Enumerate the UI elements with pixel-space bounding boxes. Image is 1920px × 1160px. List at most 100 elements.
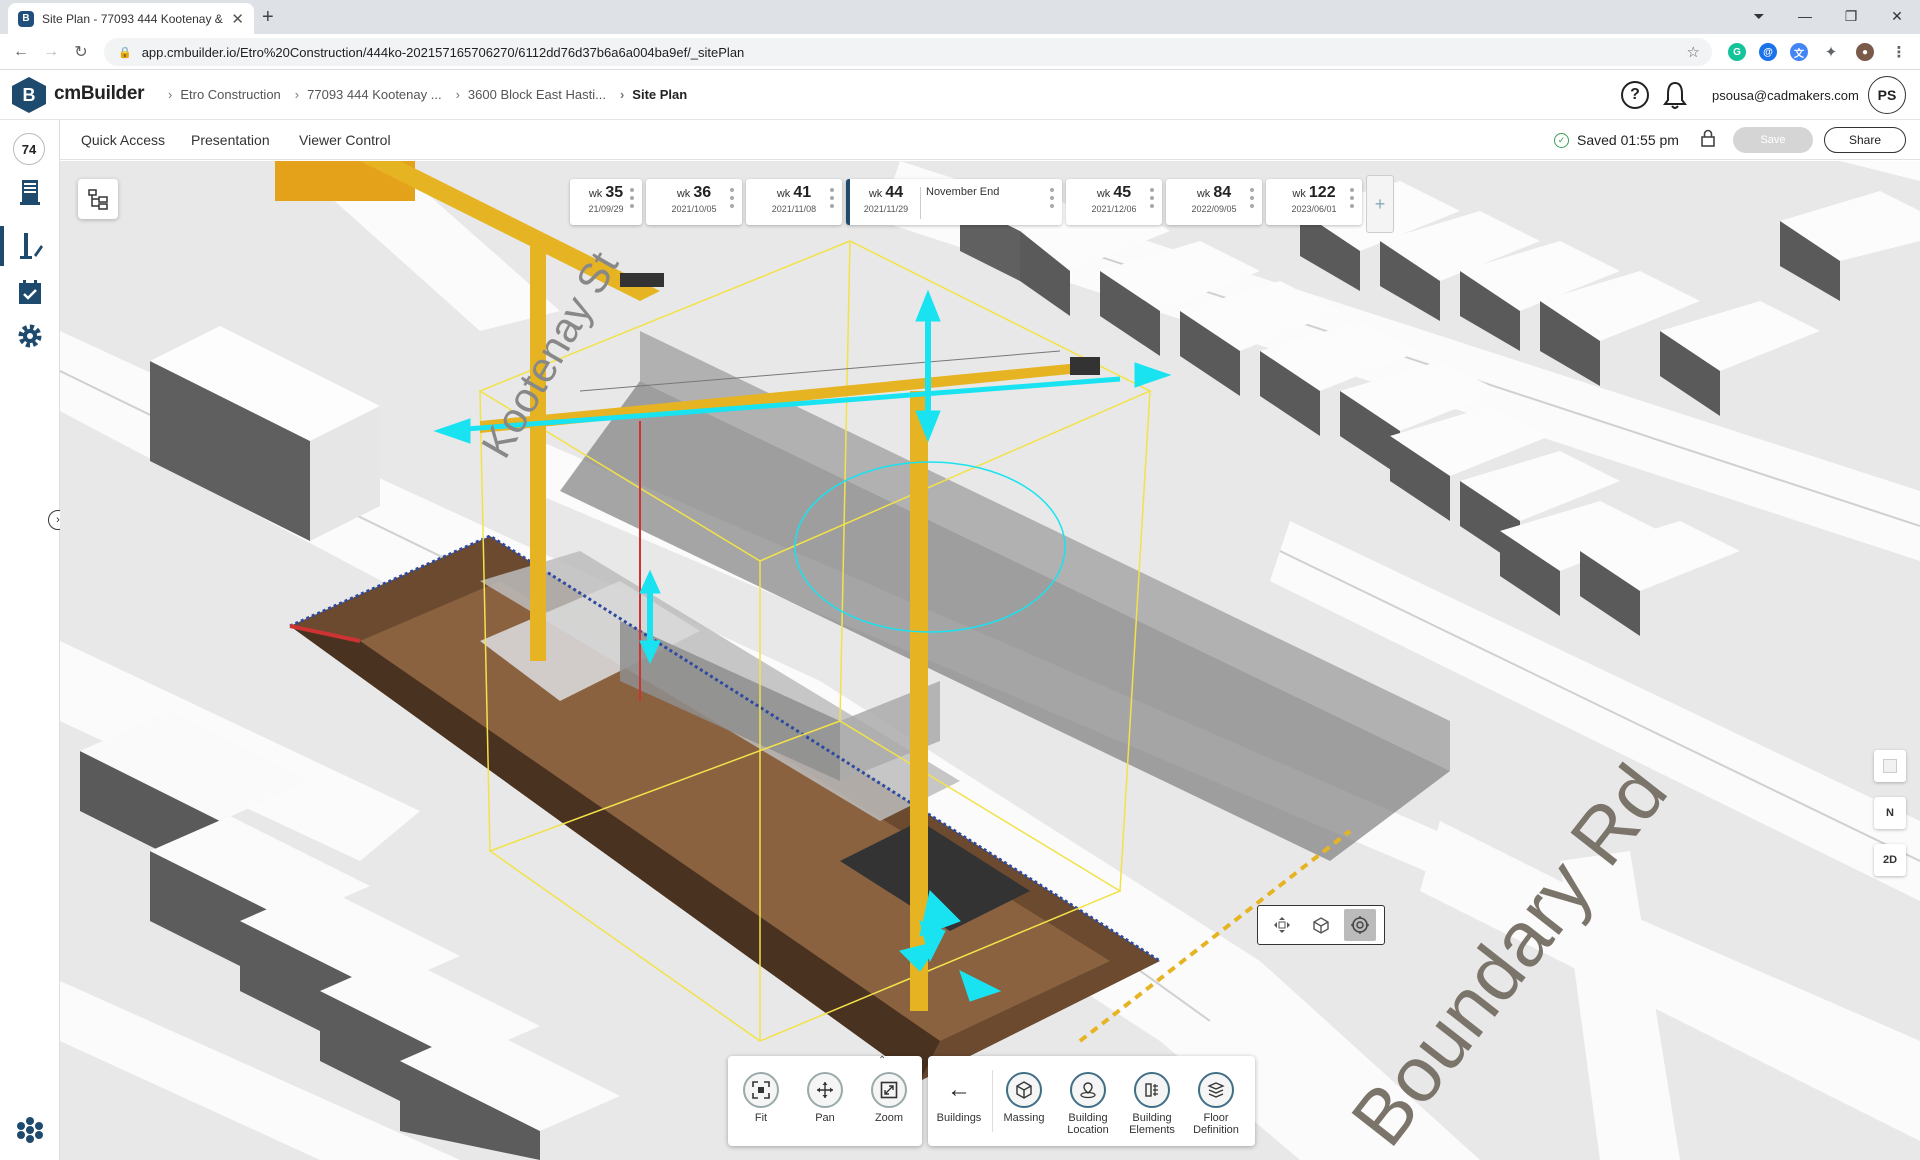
week-options-icon[interactable]	[1050, 188, 1054, 212]
floor-definition-button[interactable]: Floor Definition	[1187, 1072, 1245, 1136]
floor-stack-icon	[1198, 1072, 1234, 1108]
bell-icon[interactable]	[1662, 80, 1688, 110]
profile-dropdown-icon[interactable]: ⏷	[1736, 8, 1782, 25]
timeline-week-card[interactable]: wk 122 2023/06/01	[1266, 179, 1362, 225]
gear-icon	[18, 324, 42, 348]
week-options-icon[interactable]	[630, 188, 634, 212]
avatar[interactable]: PS	[1868, 76, 1906, 114]
close-window-icon[interactable]: ✕	[1874, 8, 1920, 25]
compass-north-icon[interactable]: N	[1874, 797, 1906, 829]
chevron-up-icon[interactable]: ⌃	[878, 1055, 886, 1066]
fit-icon	[743, 1072, 779, 1108]
extension-icon[interactable]: @	[1759, 43, 1777, 61]
week-options-icon[interactable]	[1150, 188, 1154, 212]
rotate-gizmo-icon[interactable]	[1344, 909, 1377, 941]
crane-pen-icon	[20, 233, 43, 259]
week-options-icon[interactable]	[730, 188, 734, 212]
calendar-check-icon	[19, 280, 41, 304]
zoom-icon	[871, 1072, 907, 1108]
breadcrumb-item[interactable]: › Etro Construction	[168, 87, 281, 102]
building-elements-icon	[1134, 1072, 1170, 1108]
site-model-scene: Kootenay St Boundary Rd	[60, 161, 1920, 1160]
breadcrumb-item[interactable]: › 3600 Block East Hasti...	[456, 87, 606, 102]
lock-icon[interactable]	[1698, 129, 1718, 151]
reload-icon[interactable]: ↻	[66, 42, 96, 62]
save-status: ✓ Saved 01:55 pm	[1554, 132, 1679, 148]
pan-button[interactable]: Pan	[796, 1072, 854, 1124]
building-tools-panel: ← Buildings Massing Building Location Bu…	[928, 1056, 1255, 1146]
document-stack-icon	[20, 180, 40, 205]
move-gizmo-icon[interactable]	[1266, 909, 1298, 941]
timeline-week-card[interactable]: wk 36 2021/10/05	[646, 179, 742, 225]
url-text: app.cmbuilder.io/Etro%20Construction/444…	[141, 44, 745, 60]
sidebar-item-settings[interactable]	[0, 316, 60, 356]
new-tab-icon[interactable]: +	[262, 6, 274, 29]
view-tools-panel: ⌃ Fit Pan Zoom	[728, 1055, 922, 1146]
app-header: B cmBuilder › Etro Construction › 77093 44…	[0, 70, 1920, 120]
breadcrumb: › Etro Construction › 77093 444 Kootenay .…	[168, 87, 701, 102]
building-elements-button[interactable]: Building Elements	[1123, 1072, 1181, 1136]
profile-avatar-icon[interactable]: ●	[1856, 43, 1874, 61]
massing-button[interactable]: Massing	[995, 1072, 1053, 1124]
week-options-icon[interactable]	[1250, 188, 1254, 212]
help-icon[interactable]: ?	[1621, 81, 1649, 109]
browser-tab[interactable]: B Site Plan - 77093 444 Kootenay & ✕	[8, 3, 254, 34]
schedule-timeline: wk 35 21/09/29 wk 36 2021/10/05 wk 41 20…	[570, 175, 1394, 233]
grammarly-icon[interactable]: G	[1728, 43, 1746, 61]
sidebar-item-apps[interactable]	[0, 1110, 60, 1150]
bookmark-star-icon[interactable]: ☆	[1687, 43, 1700, 61]
cmbuilder-logo-icon: B	[12, 77, 46, 113]
timeline-week-card-active[interactable]: wk 44 2021/11/29 November End	[846, 179, 1062, 225]
fit-button[interactable]: Fit	[732, 1072, 790, 1124]
back-to-buildings-button[interactable]: ← Buildings	[930, 1072, 988, 1124]
user-email[interactable]: psousa@cadmakers.com	[1712, 88, 1859, 103]
menu-quick-access[interactable]: Quick Access	[81, 132, 165, 148]
timeline-week-card[interactable]: wk 35 21/09/29	[570, 179, 642, 225]
toggle-2d-button[interactable]: 2D	[1874, 844, 1906, 876]
zoom-button[interactable]: Zoom	[860, 1072, 918, 1124]
share-button[interactable]: Share	[1824, 127, 1906, 153]
sidebar-item-site-plan[interactable]	[0, 226, 60, 266]
back-arrow-icon[interactable]: ←	[6, 43, 36, 61]
model-tree-button[interactable]	[78, 179, 118, 219]
week-options-icon[interactable]	[830, 188, 834, 212]
week-milestone-label: November End	[926, 186, 1000, 198]
restore-icon[interactable]: ❐	[1828, 8, 1874, 25]
box-gizmo-icon[interactable]	[1305, 909, 1337, 941]
gizmo-mode-toolbar	[1257, 905, 1385, 945]
left-sidebar: 74	[0, 120, 60, 1160]
minimize-icon[interactable]: —	[1782, 8, 1828, 24]
browser-toolbar: ← → ↻ 🔒 app.cmbuilder.io/Etro%20Construc…	[0, 34, 1920, 70]
timeline-week-card[interactable]: wk 45 2021/12/06	[1066, 179, 1162, 225]
building-location-icon	[1070, 1072, 1106, 1108]
apps-cluster-icon	[17, 1117, 43, 1143]
puzzle-icon[interactable]: ✦	[1822, 43, 1840, 61]
3d-viewport[interactable]: Kootenay St Boundary Rd wk 35 21/09/29 w…	[60, 161, 1920, 1160]
window-controls: ⏷ — ❐ ✕	[1736, 0, 1920, 32]
forward-arrow-icon[interactable]: →	[36, 43, 66, 61]
building-location-button[interactable]: Building Location	[1059, 1072, 1117, 1136]
sidebar-item-documents[interactable]	[0, 172, 60, 212]
timeline-week-card[interactable]: wk 84 2022/09/05	[1166, 179, 1262, 225]
timeline-week-card[interactable]: wk 41 2021/11/08	[746, 179, 842, 225]
tab-close-icon[interactable]: ✕	[231, 10, 244, 28]
favicon-icon: B	[18, 10, 34, 27]
translate-icon[interactable]: 文	[1790, 43, 1808, 61]
sidebar-item-schedule[interactable]	[0, 272, 60, 312]
project-count-badge[interactable]: 74	[13, 133, 45, 165]
breadcrumb-item[interactable]: › 77093 444 Kootenay ...	[295, 87, 442, 102]
view-toolbar: Quick Access Presentation Viewer Control…	[60, 120, 1920, 160]
address-bar[interactable]: 🔒 app.cmbuilder.io/Etro%20Construction/4…	[104, 38, 1712, 66]
breadcrumb-current: › Site Plan	[619, 87, 688, 102]
lock-icon: 🔒	[118, 46, 132, 59]
add-week-button[interactable]: +	[1366, 175, 1394, 233]
save-button[interactable]: Save	[1733, 127, 1813, 153]
menu-presentation[interactable]: Presentation	[191, 132, 270, 148]
kebab-menu-icon[interactable]: ⋮	[1890, 43, 1908, 61]
week-options-icon[interactable]	[1350, 188, 1354, 212]
massing-cube-icon	[1006, 1072, 1042, 1108]
menu-viewer-control[interactable]: Viewer Control	[299, 132, 391, 148]
tab-title: Site Plan - 77093 444 Kootenay &	[42, 11, 223, 26]
view-cube-button[interactable]	[1874, 750, 1906, 782]
browser-tabstrip: B Site Plan - 77093 444 Kootenay & ✕ + ⏷…	[0, 0, 1920, 34]
